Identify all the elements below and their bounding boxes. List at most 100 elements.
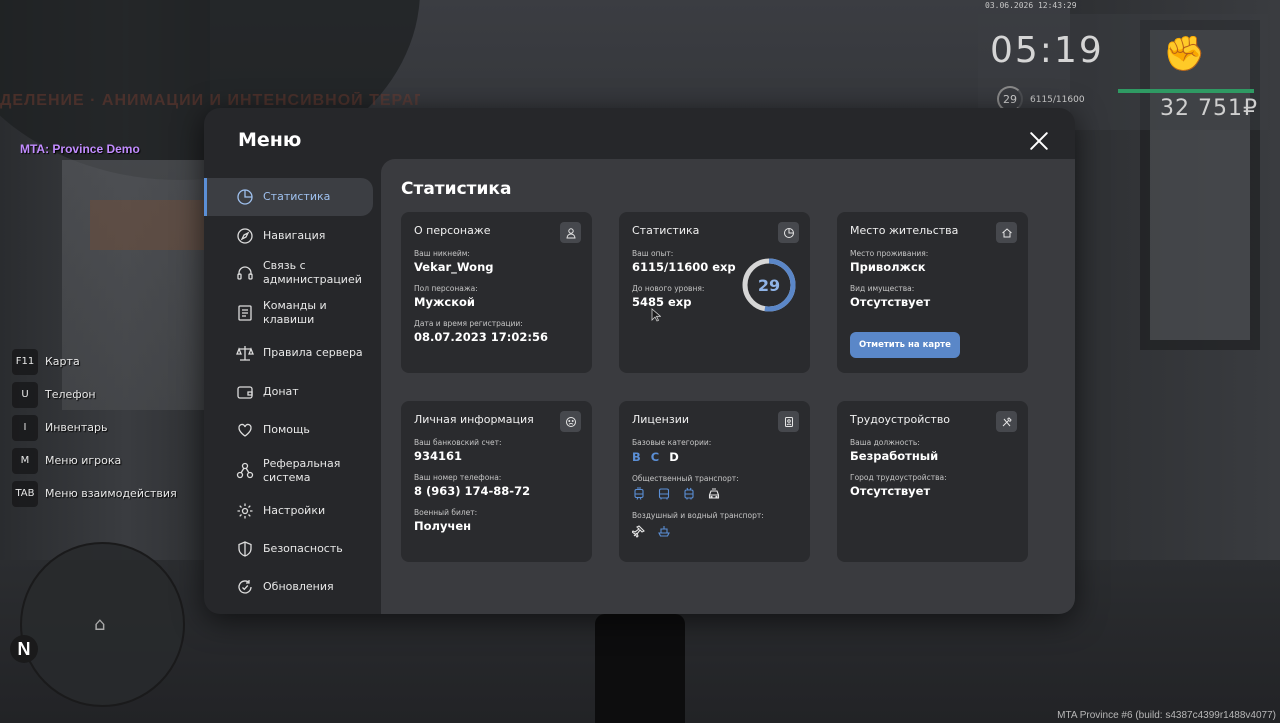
content-title: Статистика xyxy=(401,179,512,199)
license-category-b: B xyxy=(632,450,641,464)
hud-exp: 6115/11600 xyxy=(1030,95,1085,105)
card-title: Лицензии xyxy=(632,413,690,426)
health-bar xyxy=(1118,89,1254,93)
nickname-label: Ваш никнейм: xyxy=(414,249,470,258)
license-icon xyxy=(778,411,799,432)
card-licenses: Лицензии Базовые категории: B C D Общест… xyxy=(619,401,810,562)
card-employment: Трудоустройство Ваша должность: Безработ… xyxy=(837,401,1028,562)
hotkey-map: F11 Карта xyxy=(12,348,177,375)
hotkey-key: U xyxy=(12,381,38,408)
property-label: Вид имущества: xyxy=(850,284,915,293)
hotkey-inventory: I Инвентарь xyxy=(12,414,177,441)
card-title: О персонаже xyxy=(414,224,491,237)
level-progress-ring: 29 xyxy=(741,257,797,313)
sidebar-item-admin-contact[interactable]: Связь с администрацией xyxy=(204,254,373,292)
hotkey-label: Карта xyxy=(45,355,80,368)
commands-icon xyxy=(236,304,254,322)
hotkey-key: I xyxy=(12,414,38,441)
card-title: Личная информация xyxy=(414,413,534,426)
hotkey-interaction-menu: TAB Меню взаимодействия xyxy=(12,480,177,507)
stats-icon xyxy=(236,188,254,206)
hotkey-label: Инвентарь xyxy=(45,421,108,434)
sidebar-item-label: Помощь xyxy=(263,423,310,436)
statistics-content: Статистика О персонаже Ваш никнейм: Veka… xyxy=(381,159,1075,614)
employment-city-value: Отсутствует xyxy=(850,484,931,498)
sidebar-item-referral[interactable]: Реферальная система xyxy=(204,451,373,491)
stats-icon xyxy=(778,222,799,243)
hotkey-key: M xyxy=(12,447,38,474)
public-transport-icons xyxy=(632,487,797,501)
public-transport-label: Общественный транспорт: xyxy=(632,474,739,483)
license-categories: B C D xyxy=(632,450,797,464)
headset-icon xyxy=(236,264,254,282)
hotkey-label: Телефон xyxy=(45,388,96,401)
boat-icon xyxy=(657,524,671,538)
sidebar-item-server-rules[interactable]: Правила сервера xyxy=(204,336,373,370)
license-category-c: C xyxy=(650,450,660,464)
sidebar-item-updates[interactable]: Обновления xyxy=(204,570,373,604)
mark-on-map-button[interactable]: Отметить на карте xyxy=(850,332,960,358)
wallet-icon xyxy=(236,383,254,401)
sidebar-item-label: Донат xyxy=(263,385,299,398)
sidebar-item-label: Команды и клавиши xyxy=(263,299,327,326)
gender-label: Пол персонажа: xyxy=(414,284,478,293)
compass-icon xyxy=(236,227,254,245)
sidebar-item-label: Правила сервера xyxy=(263,346,363,359)
level-number: 29 xyxy=(757,275,781,295)
hotkey-phone: U Телефон xyxy=(12,381,177,408)
server-label: MTA: Province Demo xyxy=(20,142,140,156)
tools-icon xyxy=(996,411,1017,432)
health-bar-fill xyxy=(1118,89,1254,93)
build-info: MTA Province #6 (build: s4387c4399r1488v… xyxy=(1057,710,1276,721)
sidebar-item-settings[interactable]: Настройки xyxy=(204,494,373,528)
trolleybus-icon xyxy=(682,487,696,501)
referral-icon xyxy=(236,462,254,480)
house-icon: ⌂ xyxy=(94,614,106,635)
scales-icon xyxy=(236,344,254,362)
user-icon xyxy=(560,222,581,243)
refresh-icon xyxy=(236,578,254,596)
sidebar-item-label: Связь с администрацией xyxy=(263,259,362,286)
close-icon[interactable] xyxy=(1026,128,1052,154)
employment-city-label: Город трудоустройства: xyxy=(850,473,947,482)
sidebar-item-commands[interactable]: Команды и клавиши xyxy=(204,294,373,332)
hotkey-player-menu: M Меню игрока xyxy=(12,447,177,474)
hotkey-label: Меню игрока xyxy=(45,454,122,467)
nickname-value: Vekar_Wong xyxy=(414,260,494,274)
hud-money: 32 751₽ xyxy=(1160,96,1258,121)
sidebar-item-navigation[interactable]: Навигация xyxy=(204,219,373,252)
card-title: Статистика xyxy=(632,224,700,237)
menu-window: Меню Статистика Навигация Связь с админис… xyxy=(204,108,1075,614)
hud-clock: 05:19 xyxy=(990,30,1104,71)
sidebar-item-security[interactable]: Безопасность xyxy=(204,532,373,566)
minimap: ⌂ xyxy=(20,542,185,707)
card-statistics: Статистика Ваш опыт: 6115/11600 exp До н… xyxy=(619,212,810,373)
menu-title: Меню xyxy=(238,129,302,151)
sidebar-item-label: Реферальная система xyxy=(263,457,341,484)
sidebar-item-donate[interactable]: Донат xyxy=(204,375,373,409)
bank-account-value: 934161 xyxy=(414,449,463,463)
gender-value: Мужской xyxy=(414,295,475,309)
sidebar-item-label: Безопасность xyxy=(263,542,343,555)
sidebar-item-statistics[interactable]: Статистика xyxy=(204,178,373,216)
card-residence: Место жительства Место проживания: Приво… xyxy=(837,212,1028,373)
sidebar-item-label: Обновления xyxy=(263,580,334,593)
card-personal-info: Личная информация Ваш банковский счет: 9… xyxy=(401,401,592,562)
sidebar-item-label: Настройки xyxy=(263,504,326,517)
position-value: Безработный xyxy=(850,449,939,463)
taxi-icon xyxy=(707,487,721,501)
bank-account-label: Ваш банковский счет: xyxy=(414,438,502,447)
military-label: Военный билет: xyxy=(414,508,478,517)
card-title: Место жительства xyxy=(850,224,959,237)
residence-place-label: Место проживания: xyxy=(850,249,929,258)
air-water-transport-icons xyxy=(632,524,797,538)
sidebar-item-label: Навигация xyxy=(263,228,326,242)
military-value: Получен xyxy=(414,519,472,533)
mouse-cursor-icon xyxy=(651,308,661,322)
player-character xyxy=(595,614,685,723)
sidebar-item-help[interactable]: Помощь xyxy=(204,413,373,447)
gear-icon xyxy=(236,502,254,520)
plane-icon xyxy=(632,524,646,538)
phone-value: 8 (963) 174-88-72 xyxy=(414,484,531,498)
hotkey-list: F11 Карта U Телефон I Инвентарь M Меню и… xyxy=(12,348,177,513)
